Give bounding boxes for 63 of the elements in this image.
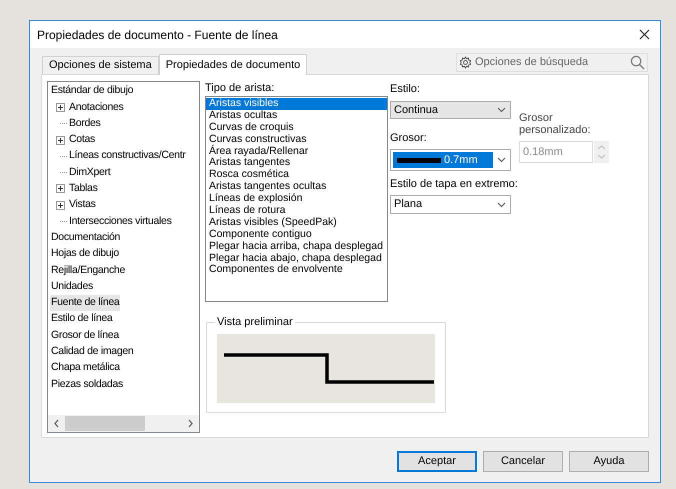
list-item[interactable]: Aristas tangentes ocultas xyxy=(206,181,387,194)
close-icon[interactable] xyxy=(639,29,650,40)
dialog-button[interactable]: Cancelar xyxy=(483,451,563,472)
list-item[interactable]: Líneas de explosión xyxy=(206,193,387,206)
tree-item[interactable]: Hojas de dibujo xyxy=(50,246,120,262)
line-sample-icon xyxy=(397,158,441,162)
tree-item[interactable]: Intersecciones virtuales xyxy=(68,214,173,230)
field-label: Grosor personalizado: xyxy=(519,112,592,136)
list-item[interactable]: Aristas visibles xyxy=(206,98,387,110)
list-item[interactable]: Líneas de rotura xyxy=(206,205,387,217)
list-item[interactable]: Curvas constructivas xyxy=(206,134,387,146)
tree-item[interactable]: Cotas xyxy=(68,132,96,148)
expand-icon[interactable] xyxy=(56,184,65,194)
tree-item[interactable]: Piezas soldadas xyxy=(50,376,124,392)
tab[interactable]: Opciones de sistema xyxy=(42,56,159,74)
tree-item[interactable]: Rejilla/Enganche xyxy=(50,262,126,278)
list-item[interactable]: Componentes de envolvente xyxy=(206,264,387,276)
tree-item[interactable]: Chapa metálica xyxy=(50,360,121,376)
tree-item[interactable]: Fuente de línea xyxy=(50,295,120,311)
list-item[interactable]: Curvas de croquis xyxy=(206,122,387,134)
search-field[interactable]: Opciones de búsqueda xyxy=(456,53,648,72)
tree-item[interactable]: Calidad de imagen xyxy=(50,344,134,360)
window-title: Propiedades de documento - Fuente de línea xyxy=(37,26,278,44)
tree-item[interactable]: Estilo de línea xyxy=(50,311,114,328)
list-item[interactable]: Área rayada/Rellenar xyxy=(206,146,387,158)
list-item[interactable]: Aristas visibles (SpeedPak) xyxy=(206,216,387,229)
dialog-button[interactable]: Ayuda xyxy=(569,451,649,472)
tree-item[interactable]: Bordes xyxy=(68,116,102,132)
chevron-down-icon xyxy=(497,202,506,208)
horizontal-scrollbar[interactable] xyxy=(48,415,199,432)
list-item[interactable]: Aristas tangentes xyxy=(206,157,387,170)
end-cap-dropdown[interactable]: Plana xyxy=(390,195,511,214)
dialog-button[interactable]: Aceptar xyxy=(397,451,477,472)
field-label: Tipo de arista: xyxy=(205,81,276,96)
tree-item[interactable]: Unidades xyxy=(50,278,94,295)
tree-item[interactable]: Estándar de dibujo xyxy=(50,83,134,100)
field-label: Estilo de tapa en extremo: xyxy=(390,178,515,191)
chevron-down-icon xyxy=(497,157,506,163)
thickness-dropdown[interactable]: 0.7mm xyxy=(390,149,511,171)
gear-icon xyxy=(459,56,472,69)
group-title: Vista preliminar xyxy=(215,315,295,329)
list-item[interactable]: Aristas ocultas xyxy=(206,110,387,122)
list-item[interactable]: Plegar hacia arriba, chapa desplegad xyxy=(206,240,387,253)
style-dropdown[interactable]: Continua xyxy=(390,101,511,119)
edge-type-list[interactable] xyxy=(205,96,388,302)
chevron-down-icon xyxy=(497,107,506,113)
tree-item[interactable]: Tablas xyxy=(68,181,99,197)
tab[interactable]: Propiedades de documento xyxy=(158,54,308,75)
tree-item[interactable]: Vistas xyxy=(68,197,97,214)
list-item[interactable]: Componente contiguo xyxy=(206,228,387,241)
tree-item[interactable]: Anotaciones xyxy=(68,100,124,116)
expand-icon[interactable] xyxy=(56,200,65,210)
tree-item[interactable]: Documentación xyxy=(50,230,122,246)
field-label: Estilo: xyxy=(390,82,421,97)
tree-item[interactable]: DimXpert xyxy=(68,164,112,180)
tree-item[interactable]: Grosor de línea xyxy=(50,328,120,344)
list-item[interactable]: Plegar hacia abajo, chapa desplegad xyxy=(206,252,387,264)
expand-icon[interactable] xyxy=(56,136,65,145)
field-label: Grosor: xyxy=(390,132,428,145)
list-item[interactable]: Rosca cosmética xyxy=(206,169,387,182)
expand-icon[interactable] xyxy=(56,102,65,112)
search-icon[interactable] xyxy=(630,55,645,70)
tree-item[interactable]: Líneas constructivas/Centr xyxy=(68,148,187,164)
